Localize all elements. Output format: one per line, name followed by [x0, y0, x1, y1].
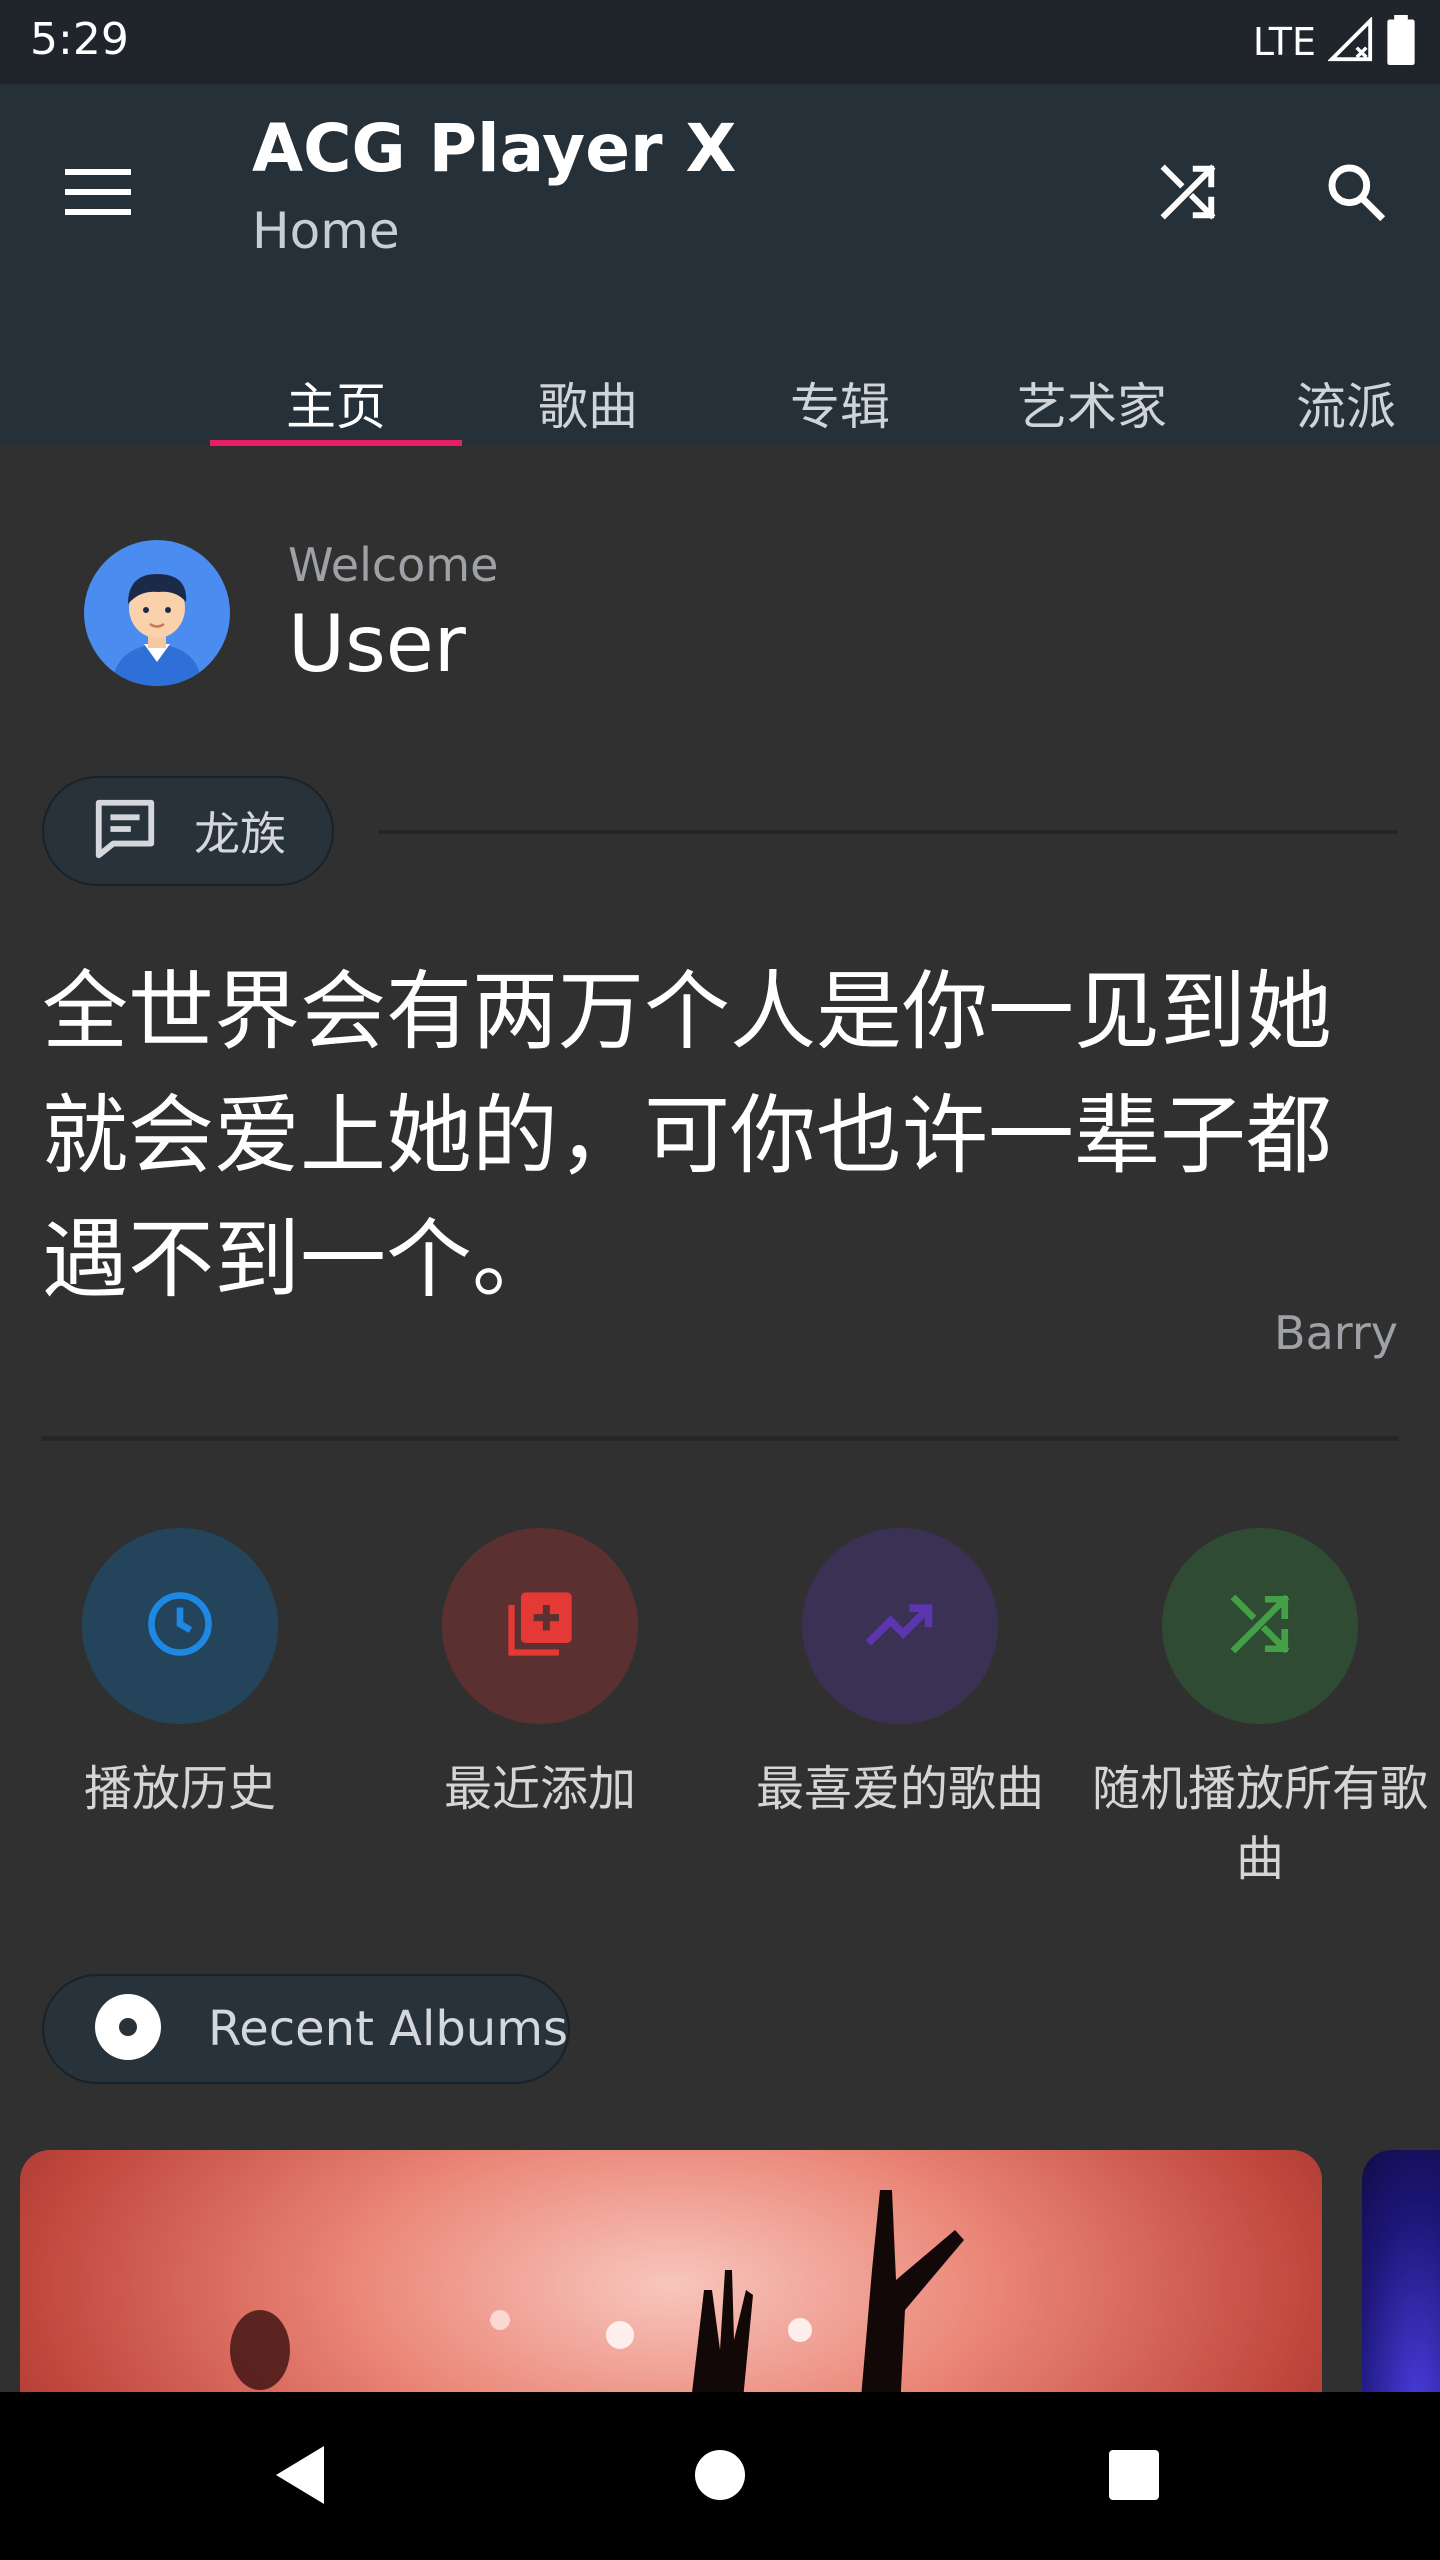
shortcut-label: 播放历史 — [83, 1761, 276, 1817]
divider — [42, 1436, 1398, 1441]
status-time: 5:29 — [30, 14, 129, 65]
search-icon — [1324, 160, 1388, 228]
app-subtitle: Home — [252, 202, 400, 260]
comment-icon — [90, 794, 160, 868]
shortcut-play-history[interactable]: 播放历史 — [30, 1528, 330, 1824]
tab-genres[interactable]: 流派 — [1218, 360, 1440, 446]
library-add-icon — [502, 1586, 578, 1666]
welcome-user-name: User — [288, 600, 466, 690]
battery-icon — [1386, 15, 1416, 69]
menu-button[interactable] — [50, 146, 146, 242]
shortcut-icon-circle — [802, 1528, 998, 1724]
search-button[interactable] — [1308, 146, 1404, 242]
back-triangle-icon — [272, 2444, 328, 2510]
status-bar: 5:29 LTE — [0, 0, 1440, 84]
shuffle-button[interactable] — [1140, 146, 1236, 242]
recent-albums-label: Recent Albums — [208, 2001, 568, 2057]
nav-home-button[interactable] — [660, 2422, 780, 2532]
nav-recents-button[interactable] — [1074, 2422, 1194, 2532]
album-disc-icon — [92, 1991, 164, 2067]
system-nav-bar — [0, 2392, 1440, 2560]
quote-author: Barry — [1274, 1306, 1398, 1360]
app-title: ACG Player X — [252, 110, 737, 187]
divider — [378, 830, 1398, 834]
shuffle-icon — [1227, 1591, 1293, 1661]
shortcut-favorite-songs[interactable]: 最喜爱的歌曲 — [750, 1528, 1050, 1824]
shortcut-icon-circle — [82, 1528, 278, 1724]
status-icons: LTE — [1253, 14, 1416, 70]
signal-icon — [1327, 16, 1374, 67]
trending-up-icon — [862, 1586, 938, 1666]
quote-source-chip[interactable]: 龙族 — [42, 776, 334, 886]
shortcut-icon-circle — [442, 1528, 638, 1724]
tab-indicator — [210, 440, 462, 446]
recent-albums-chip[interactable]: Recent Albums — [42, 1974, 570, 2084]
menu-icon — [65, 167, 131, 221]
quote-text: 全世界会有两万个人是你一见到她就会爱上她的，可你也许一辈子都遇不到一个。 — [42, 962, 1332, 1310]
shortcut-icon-circle — [1162, 1528, 1358, 1724]
quote-source-label: 龙族 — [194, 807, 286, 861]
tab-songs[interactable]: 歌曲 — [462, 360, 714, 446]
app-bar: ACG Player X Home 主页 歌曲 专辑 艺术家 流派 — [0, 84, 1440, 446]
shortcut-shuffle-all[interactable]: 随机播放所有歌曲 — [1092, 1528, 1428, 1894]
welcome-label: Welcome — [288, 538, 499, 592]
tab-albums[interactable]: 专辑 — [714, 360, 966, 446]
network-type: LTE — [1252, 20, 1316, 64]
tab-bar: 主页 歌曲 专辑 艺术家 流派 — [0, 360, 1440, 446]
home-circle-icon — [693, 2448, 747, 2506]
shuffle-icon — [1157, 161, 1219, 227]
shortcut-recently-added[interactable]: 最近添加 — [390, 1528, 690, 1824]
tab-home[interactable]: 主页 — [210, 360, 462, 446]
shortcut-label: 最近添加 — [443, 1761, 636, 1817]
recents-square-icon — [1107, 2448, 1161, 2506]
history-clock-icon — [144, 1588, 216, 1664]
tab-artists[interactable]: 艺术家 — [966, 360, 1218, 446]
avatar[interactable] — [84, 540, 230, 686]
nav-back-button[interactable] — [240, 2422, 360, 2532]
shortcut-label: 随机播放所有歌曲 — [1091, 1761, 1428, 1887]
shortcut-label: 最喜爱的歌曲 — [755, 1761, 1044, 1817]
